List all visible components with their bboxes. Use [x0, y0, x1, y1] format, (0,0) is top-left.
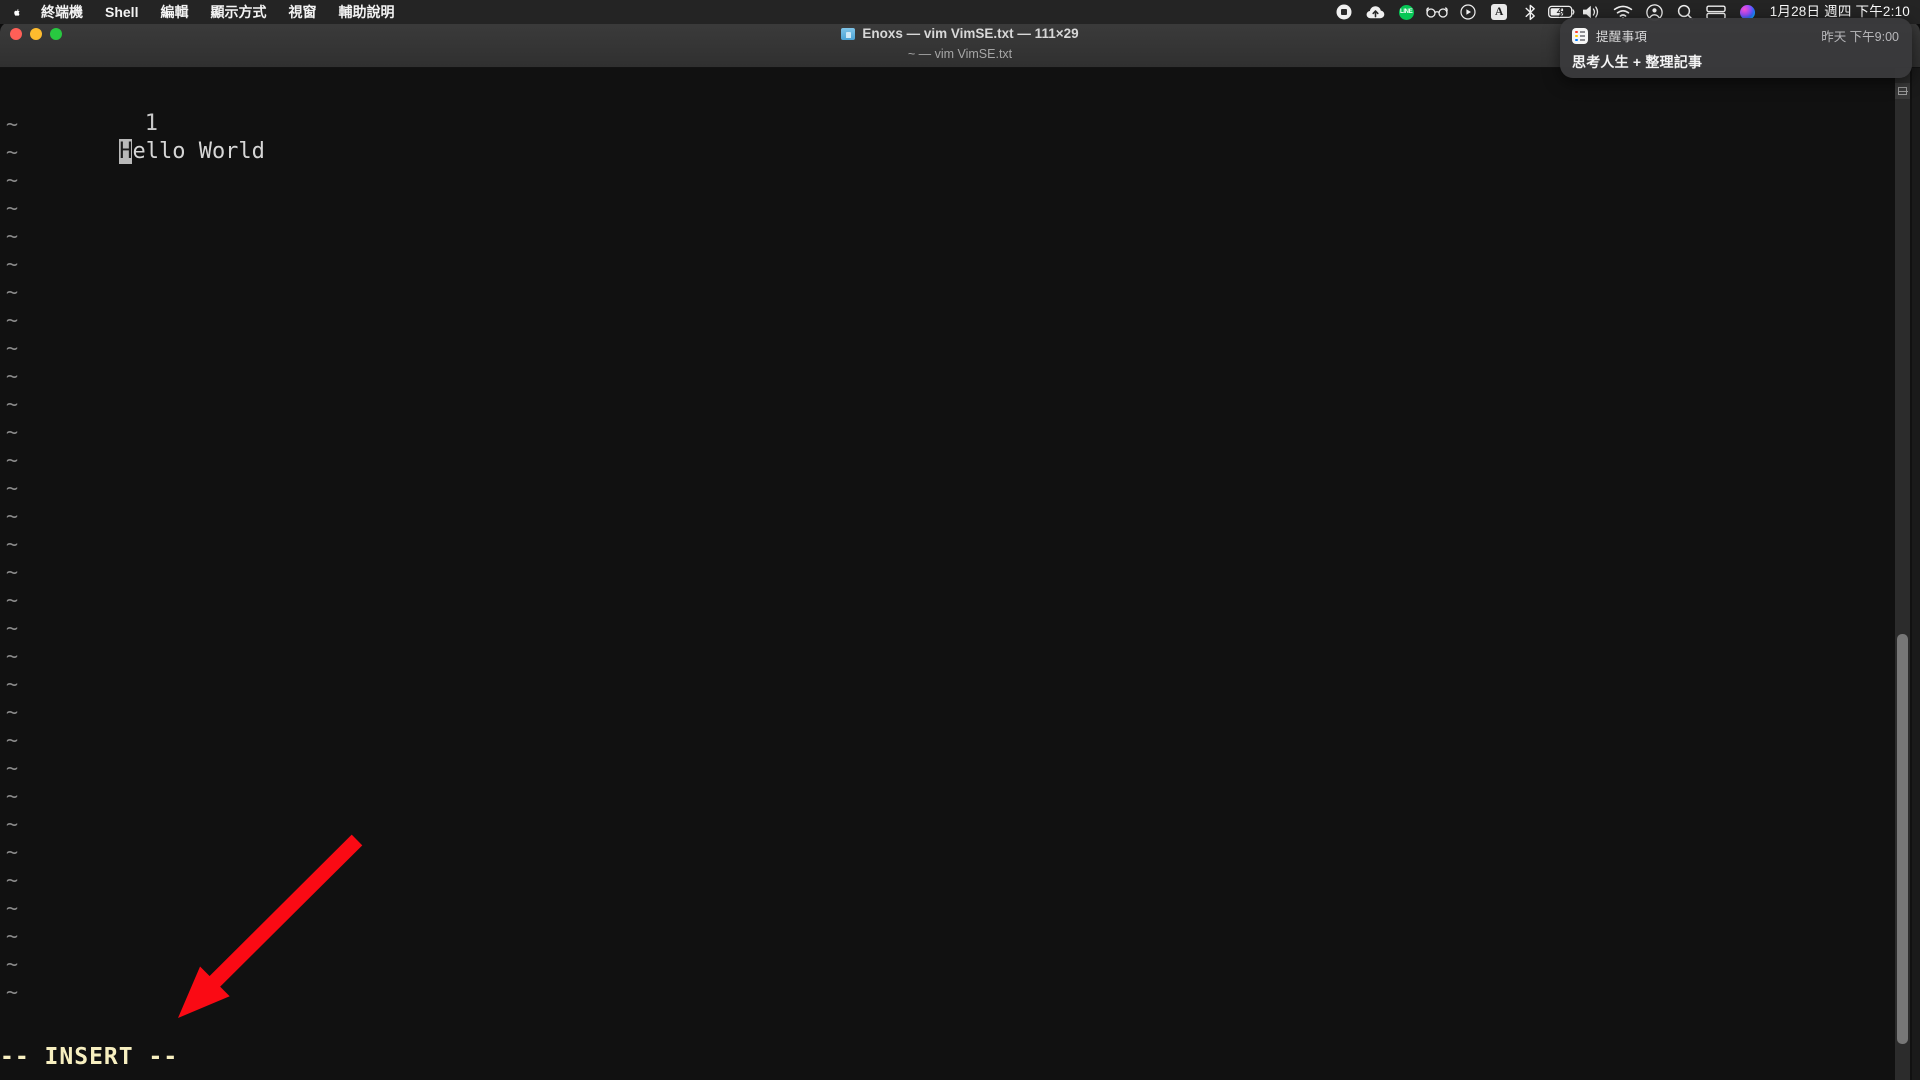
vim-tilde: ~	[6, 140, 19, 164]
vim-tilde: ~	[6, 840, 19, 864]
vim-tilde: ~	[6, 560, 19, 584]
vim-tilde: ~	[6, 924, 19, 948]
vim-tilde: ~	[6, 952, 19, 976]
vim-tilde: ~	[6, 392, 19, 416]
vim-tilde: ~	[6, 448, 19, 472]
cloud-upload-icon[interactable]	[1360, 0, 1391, 24]
menu-bar-left: 終端機 Shell 編輯 顯示方式 視窗 輔助說明	[0, 0, 405, 24]
scrollbar-thumb[interactable]	[1897, 634, 1908, 1044]
line-app-icon[interactable]: LINE	[1391, 0, 1422, 24]
vim-tilde: ~	[6, 812, 19, 836]
vim-editor-area[interactable]: 1 Hello World ~ ~ ~ ~ ~ ~ ~ ~ ~ ~ ~ ~ ~ ~ ~ ~ ~ ~ ~ ~ ~ ~ ~ ~ ~ ~…	[0, 68, 1920, 1080]
window-title-text: Enoxs — vim VimSE.txt — 111×29	[862, 26, 1079, 41]
ime-badge: A	[1491, 4, 1508, 20]
vim-line-text: ello World	[132, 139, 265, 164]
vim-tilde: ~	[6, 112, 19, 136]
vim-tilde: ~	[6, 532, 19, 556]
menu-help[interactable]: 輔助說明	[327, 0, 405, 24]
vim-tilde: ~	[6, 700, 19, 724]
vim-tilde: ~	[6, 868, 19, 892]
line-badge: LINE	[1398, 4, 1414, 20]
vim-tilde: ~	[6, 728, 19, 752]
menu-view[interactable]: 顯示方式	[199, 0, 277, 24]
terminal-scrollbar[interactable]	[1895, 68, 1910, 1080]
input-method-icon[interactable]: A	[1484, 0, 1515, 24]
vim-tilde: ~	[6, 784, 19, 808]
vim-tilde: ~	[6, 308, 19, 332]
notification-banner[interactable]: 提醒事項 昨天 下午9:00 思考人生 + 整理記事	[1560, 18, 1912, 78]
apple-logo-icon[interactable]	[12, 0, 30, 24]
vim-tilde: ~	[6, 504, 19, 528]
folder-icon	[841, 27, 856, 40]
bluetooth-icon[interactable]	[1515, 0, 1546, 24]
menu-edit[interactable]: 編輯	[149, 0, 199, 24]
notification-app-name: 提醒事項	[1596, 30, 1648, 44]
vim-tilde: ~	[6, 644, 19, 668]
vim-tilde: ~	[6, 252, 19, 276]
vim-tilde: ~	[6, 616, 19, 640]
vim-tilde: ~	[6, 168, 19, 192]
vim-tilde: ~	[6, 420, 19, 444]
screen: 終端機 Shell 編輯 顯示方式 視窗 輔助說明 LINE A 1月28日 週…	[0, 0, 1920, 1080]
notification-header: 提醒事項 昨天 下午9:00	[1572, 26, 1899, 45]
vim-line-1: 1 Hello World	[0, 82, 265, 164]
vim-tilde: ~	[6, 280, 19, 304]
vim-tilde: ~	[6, 224, 19, 248]
play-circle-icon[interactable]	[1453, 0, 1484, 24]
menu-terminal[interactable]: 終端機	[30, 0, 94, 24]
vim-tilde: ~	[6, 980, 19, 1004]
notification-time: 昨天 下午9:00	[1821, 30, 1899, 44]
line-number: 1	[144, 111, 158, 136]
menu-window[interactable]: 視窗	[277, 0, 327, 24]
notification-body: 思考人生 + 整理記事	[1572, 54, 1703, 70]
window-right-edge	[1912, 68, 1920, 1080]
vim-tilde: ~	[6, 896, 19, 920]
pane-split-icon[interactable]	[1895, 83, 1910, 99]
reminders-app-icon	[1572, 27, 1588, 44]
terminal-window: Enoxs — vim VimSE.txt — 111×29 ~ — vim V…	[0, 22, 1920, 1080]
vim-tilde: ~	[6, 588, 19, 612]
menu-shell[interactable]: Shell	[94, 0, 149, 24]
vim-tilde: ~	[6, 364, 19, 388]
screen-recording-icon[interactable]	[1329, 0, 1360, 24]
vim-tilde: ~	[6, 672, 19, 696]
vim-tilde: ~	[6, 196, 19, 220]
vim-tilde: ~	[6, 336, 19, 360]
vim-tilde: ~	[6, 756, 19, 780]
vim-tilde: ~	[6, 476, 19, 500]
glasses-icon[interactable]	[1422, 0, 1453, 24]
vim-status-line: -- INSERT --	[0, 1044, 179, 1070]
vim-cursor: H	[119, 139, 133, 164]
